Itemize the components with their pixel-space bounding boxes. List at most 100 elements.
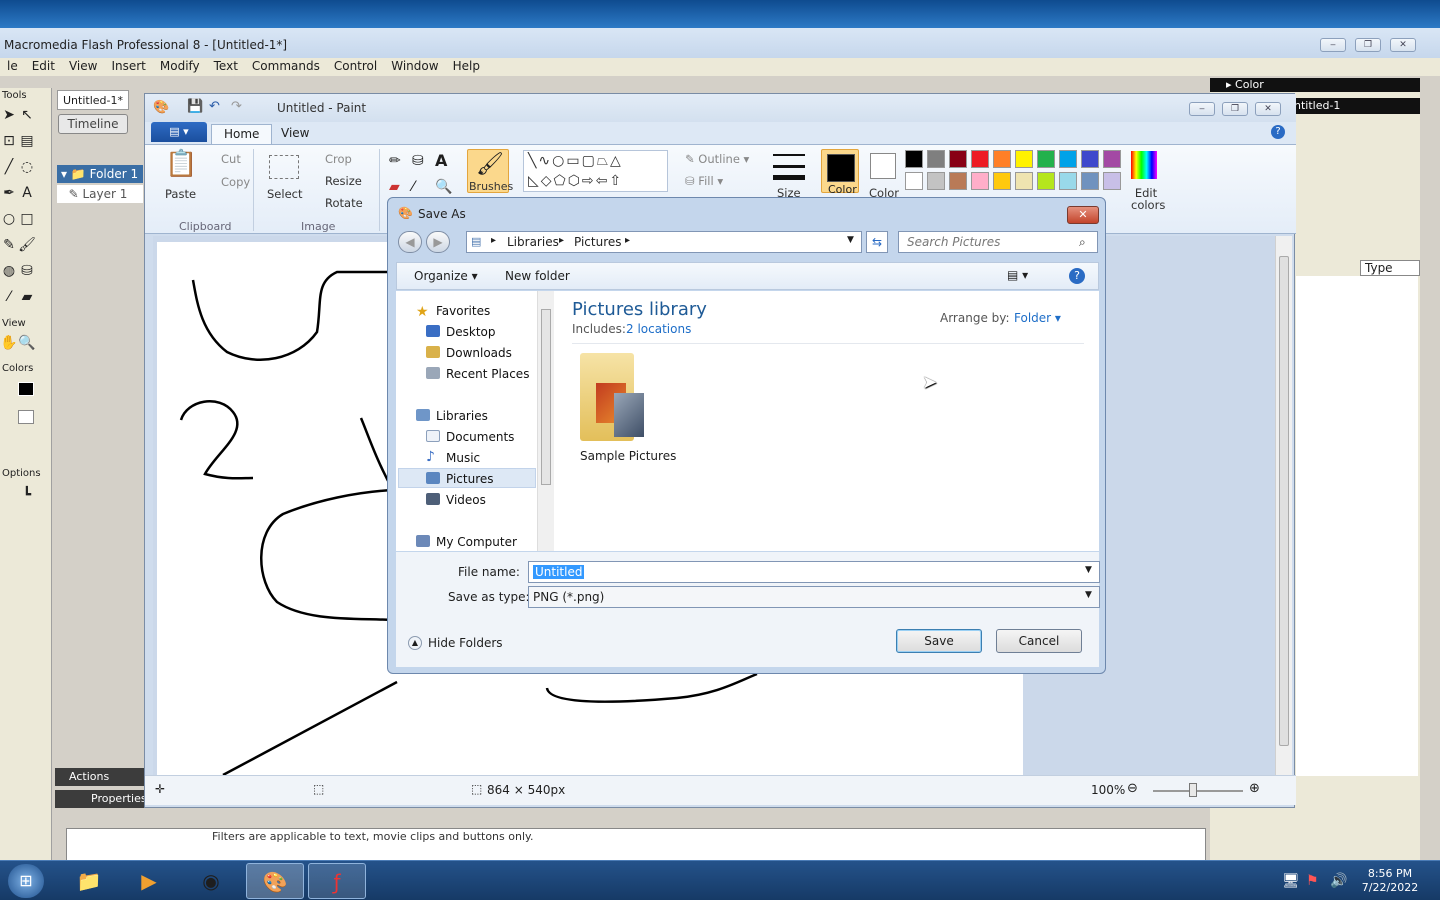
sample-pictures-folder[interactable]: [580, 353, 648, 447]
layer-row[interactable]: ✎ Layer 1: [57, 185, 143, 203]
resize-button[interactable]: Resize: [325, 174, 362, 188]
eraser-icon[interactable]: ▰: [389, 179, 400, 195]
color1-button[interactable]: Color: [821, 149, 859, 196]
eyedropper-icon[interactable]: ⁄: [0, 288, 18, 306]
oval-tool-icon[interactable]: ○: [0, 210, 18, 228]
properties-panel-header[interactable]: Properties: [55, 790, 147, 808]
start-button[interactable]: ⊞: [8, 864, 44, 898]
file-name-dropdown-icon[interactable]: ▼: [1085, 565, 1092, 575]
flash-close-button[interactable]: ✕: [1390, 38, 1416, 52]
rectangle-tool-icon[interactable]: □: [18, 210, 36, 228]
refresh-button[interactable]: ⇆: [866, 231, 888, 253]
redo-icon[interactable]: ↷: [231, 99, 242, 114]
menu-help[interactable]: Help: [446, 58, 487, 76]
color2-swatch[interactable]: [870, 153, 896, 179]
dialog-close-button[interactable]: ✕: [1067, 206, 1099, 224]
nav-pictures[interactable]: Pictures: [446, 472, 494, 486]
palette-swatch[interactable]: [971, 172, 989, 190]
cancel-button[interactable]: Cancel: [996, 629, 1082, 653]
palette-swatch[interactable]: [1037, 172, 1055, 190]
shapes-gallery[interactable]: ╲∿○▭▢⏢△ ◺◇⬠⬡⇨⇦⇧: [523, 150, 668, 192]
ink-bottle-icon[interactable]: ◍: [0, 262, 18, 280]
menu-commands[interactable]: Commands: [245, 58, 327, 76]
magnifier-icon[interactable]: 🔍: [435, 179, 452, 195]
palette-swatch[interactable]: [1103, 172, 1121, 190]
menu-window[interactable]: Window: [384, 58, 445, 76]
menu-view[interactable]: View: [62, 58, 104, 76]
undo-icon[interactable]: ↶: [209, 99, 220, 114]
canvas-vertical-scrollbar[interactable]: [1275, 236, 1292, 775]
save-as-type-dropdown-icon[interactable]: ▼: [1085, 590, 1092, 600]
dialog-help-icon[interactable]: ?: [1069, 268, 1085, 284]
palette-swatch[interactable]: [993, 172, 1011, 190]
eraser-tool-icon[interactable]: ▰: [18, 288, 36, 306]
address-dropdown-icon[interactable]: ▼: [847, 235, 854, 245]
pencil-icon[interactable]: ✏: [389, 153, 401, 169]
paint-restore-button[interactable]: ❐: [1222, 102, 1248, 116]
palette-swatch[interactable]: [1037, 150, 1055, 168]
menu-edit[interactable]: Edit: [25, 58, 62, 76]
paste-button[interactable]: Paste: [165, 187, 196, 201]
text-tool-icon[interactable]: A: [18, 184, 36, 202]
crop-button[interactable]: Crop: [325, 152, 352, 166]
nav-downloads[interactable]: Downloads: [446, 346, 512, 360]
scrollbar-thumb[interactable]: [1279, 256, 1289, 746]
palette-swatch[interactable]: [1103, 150, 1121, 168]
hide-folders-button[interactable]: Hide Folders: [428, 636, 503, 650]
zoom-slider[interactable]: [1153, 790, 1243, 792]
palette-swatch[interactable]: [971, 150, 989, 168]
paint-file-menu-button[interactable]: ▤ ▾: [151, 122, 207, 142]
menu-control[interactable]: Control: [327, 58, 384, 76]
locations-link[interactable]: 2 locations: [626, 322, 691, 336]
view-options-icon[interactable]: ▤ ▾: [1007, 268, 1028, 282]
brush-tool-icon[interactable]: 🖌: [18, 236, 36, 254]
paint-minimize-button[interactable]: ‒: [1189, 102, 1215, 116]
media-player-taskbar-icon[interactable]: ▶: [120, 863, 178, 899]
file-name-input[interactable]: Untitled ▼: [528, 561, 1100, 583]
nav-scrollbar-thumb[interactable]: [541, 309, 551, 485]
arrow-tool-icon[interactable]: ➤: [0, 106, 18, 124]
new-folder-button[interactable]: New folder: [505, 269, 570, 283]
stroke-color-swatch[interactable]: [18, 382, 34, 396]
timeline-button[interactable]: Timeline: [58, 114, 128, 134]
edit-colors-button[interactable]: Edit colors: [1131, 187, 1165, 211]
color-picker-icon[interactable]: ⁄: [412, 179, 414, 195]
zoom-slider-thumb[interactable]: [1189, 783, 1197, 797]
search-icon[interactable]: ⌕: [1079, 235, 1086, 250]
zoom-tool-icon[interactable]: 🔍: [18, 334, 36, 352]
gradient-tool-icon[interactable]: ▤: [18, 132, 36, 150]
menu-file[interactable]: le: [0, 58, 25, 76]
zoom-in-icon[interactable]: ⊕: [1249, 781, 1260, 796]
fill-color-swatch[interactable]: [18, 410, 34, 424]
palette-swatch[interactable]: [1059, 150, 1077, 168]
breadcrumb-pictures[interactable]: Pictures: [574, 235, 622, 249]
nav-documents[interactable]: Documents: [446, 430, 514, 444]
pencil-tool-icon[interactable]: ✎: [0, 236, 18, 254]
palette-swatch[interactable]: [949, 150, 967, 168]
zoom-out-icon[interactable]: ⊖: [1127, 781, 1138, 796]
rotate-button[interactable]: Rotate: [325, 196, 363, 210]
action-center-tray-icon[interactable]: ⚑: [1306, 873, 1319, 889]
menu-insert[interactable]: Insert: [104, 58, 152, 76]
arrange-by-dropdown[interactable]: Folder ▾: [1014, 311, 1061, 325]
hand-tool-icon[interactable]: ✋: [0, 334, 18, 352]
menu-text[interactable]: Text: [207, 58, 245, 76]
transform-tool-icon[interactable]: ⊡: [0, 132, 18, 150]
menu-modify[interactable]: Modify: [153, 58, 207, 76]
fill-button[interactable]: ⛁ Fill ▾: [685, 174, 723, 188]
fill-bucket-icon[interactable]: ⛁: [412, 153, 424, 169]
organize-button[interactable]: Organize ▾: [414, 269, 478, 283]
sample-pictures-label[interactable]: Sample Pictures: [580, 449, 676, 463]
color-panel-header[interactable]: ▸ Color: [1210, 78, 1420, 92]
palette-swatch[interactable]: [905, 150, 923, 168]
palette-swatch[interactable]: [905, 172, 923, 190]
palette-swatch[interactable]: [1015, 150, 1033, 168]
chrome-taskbar-icon[interactable]: ◉: [182, 863, 240, 899]
address-bar[interactable]: ▤ ▸ Libraries ▸ Pictures ▸ ▼: [466, 231, 862, 253]
nav-desktop[interactable]: Desktop: [446, 325, 496, 339]
volume-tray-icon[interactable]: 🔊: [1330, 873, 1347, 889]
palette-swatch[interactable]: [1015, 172, 1033, 190]
text-icon[interactable]: A: [435, 151, 447, 170]
save-button[interactable]: Save: [896, 629, 982, 653]
paint-bucket-icon[interactable]: ⛁: [18, 262, 36, 280]
